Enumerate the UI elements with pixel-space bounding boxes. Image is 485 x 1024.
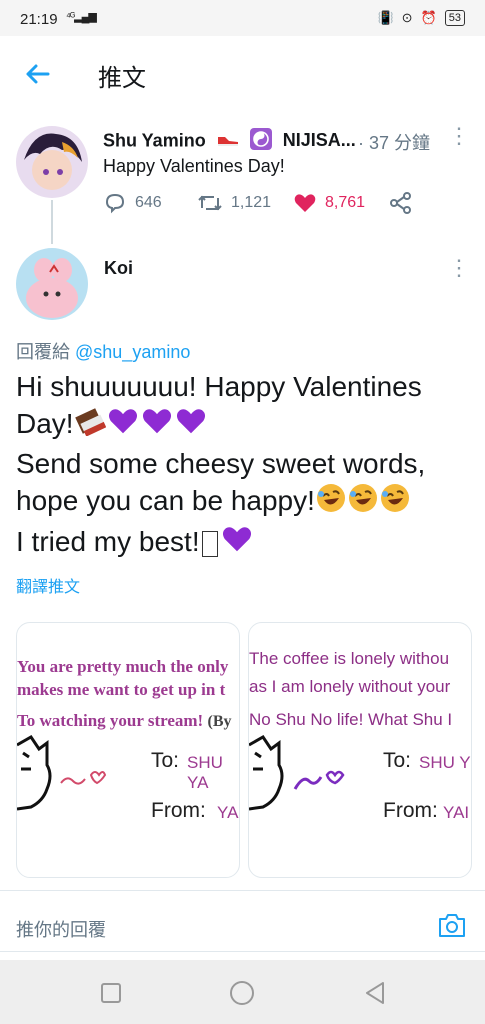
vibrate-icon: 📳: [377, 10, 394, 25]
home-icon[interactable]: [229, 980, 255, 1006]
rofl-emoji-icon: [315, 482, 347, 523]
reply-to: 回覆給 @shu_yamino: [16, 342, 191, 362]
more-options-icon[interactable]: ⋮: [448, 257, 470, 280]
reply-icon: [105, 193, 125, 214]
yin-yang-icon: [249, 128, 272, 155]
translate-link[interactable]: 翻譯推文: [16, 573, 80, 597]
missing-glyph-icon: [201, 530, 218, 557]
retweet-button[interactable]: 1,121: [197, 192, 271, 214]
tweet-text: Happy Valentines Day!: [103, 156, 285, 176]
reply-composer[interactable]: 推你的回覆: [0, 890, 485, 952]
tweet-author[interactable]: Shu Yamino NIJISA...: [103, 128, 356, 155]
lock-rotation-icon: ⊙: [401, 10, 413, 25]
thread-connector: [51, 200, 53, 244]
chocolate-emoji-icon: [74, 406, 106, 445]
cat-doodle-icon: [249, 735, 345, 811]
battery-icon: 53: [444, 10, 465, 26]
avatar[interactable]: [16, 126, 88, 198]
mention-link[interactable]: @shu_yamino: [75, 342, 190, 362]
reply-input[interactable]: 推你的回覆: [16, 916, 106, 942]
recent-apps-icon[interactable]: [98, 980, 124, 1006]
page-title: 推文: [98, 65, 146, 92]
reply-author[interactable]: Koi: [104, 258, 133, 279]
retweet-icon: [198, 195, 222, 211]
back-icon[interactable]: [362, 980, 388, 1006]
image-card[interactable]: You are pretty much the only makes me wa…: [16, 622, 240, 878]
reply-text: Hi shuuuuuuu! Happy Valentines Day! Send…: [16, 368, 476, 563]
share-icon: [390, 192, 411, 214]
network-signal-icon: ⁴ᴳ▂▄▆: [66, 11, 97, 23]
alarm-icon: ⏰: [420, 10, 437, 25]
purple-heart-icon: [106, 406, 140, 445]
system-nav-bar: [0, 960, 485, 1024]
rofl-emoji-icon: [379, 482, 411, 523]
tweet-timestamp: · 37 分鐘: [358, 133, 431, 153]
purple-heart-icon: [174, 406, 208, 445]
share-button[interactable]: [389, 192, 413, 214]
like-button[interactable]: 8,761: [293, 192, 365, 214]
purple-heart-icon: [220, 524, 254, 563]
back-arrow-icon[interactable]: [22, 58, 54, 90]
heart-icon: [294, 194, 316, 212]
image-card[interactable]: The coffee is lonely withou as I am lone…: [248, 622, 472, 878]
camera-icon[interactable]: [437, 911, 467, 939]
rofl-emoji-icon: [347, 482, 379, 523]
tweet-thread: Shu Yamino NIJISA... · 37 分鐘 ⋮ Happy Val…: [0, 112, 485, 960]
tweet-actions: 646 1,121 8,761: [103, 192, 423, 222]
status-time: 21:19: [20, 11, 58, 28]
more-options-icon[interactable]: ⋮: [448, 125, 470, 148]
avatar[interactable]: [16, 248, 88, 320]
purple-heart-icon: [140, 406, 174, 445]
app-bar: 推文: [0, 36, 485, 113]
cat-doodle-icon: [17, 735, 107, 811]
reply-button[interactable]: 646: [103, 192, 162, 214]
shoe-emoji-icon: [217, 131, 239, 152]
status-bar: 21:19 ⁴ᴳ▂▄▆ 📳 ⊙ ⏰ 53: [0, 0, 485, 36]
